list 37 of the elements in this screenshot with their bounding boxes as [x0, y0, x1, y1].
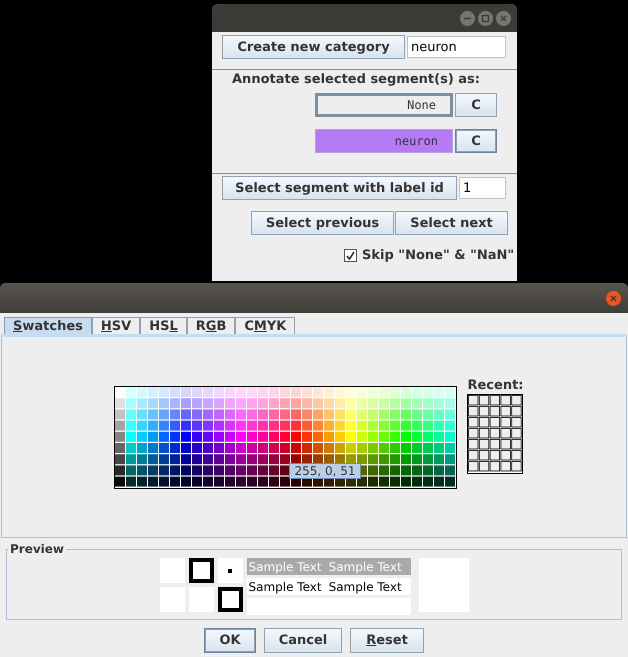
sample-text: Sample Text: [248, 580, 322, 594]
preview-title: Preview: [9, 542, 66, 556]
clear-button[interactable]: C: [455, 129, 497, 153]
preview-square: [218, 587, 242, 612]
minimize-icon[interactable]: [460, 10, 475, 26]
select-label-button[interactable]: Select segment with label id: [222, 176, 457, 200]
create-category-button[interactable]: Create new category: [222, 35, 405, 59]
dialog-button[interactable]: OK: [204, 628, 256, 653]
annotate-label: Annotate selected segment(s) as:: [232, 72, 480, 87]
preview-square: [218, 558, 242, 583]
category-label[interactable]: neuron: [315, 129, 453, 153]
category-label[interactable]: None: [315, 93, 453, 117]
tab[interactable]: HSV: [92, 317, 140, 334]
close-icon[interactable]: [496, 10, 511, 26]
clear-button[interactable]: C: [455, 93, 497, 117]
skip-label: Skip "None" & "NaN": [362, 248, 514, 263]
sample-text: Sample Text: [328, 580, 402, 594]
recent-swatch-grid-drawing[interactable]: [467, 394, 524, 474]
label-id-field[interactable]: 1: [459, 177, 506, 199]
preview-square: [188, 558, 214, 583]
skip-checkbox[interactable]: [344, 249, 357, 262]
close-icon[interactable]: [606, 290, 621, 306]
category-name-field[interactable]: neuron: [407, 36, 506, 58]
maximize-icon[interactable]: [478, 10, 493, 26]
dialog-button[interactable]: Cancel: [264, 628, 342, 653]
sample-text: Sample Text: [328, 560, 402, 574]
tab[interactable]: HSL: [140, 317, 187, 334]
previous-button[interactable]: Select previous: [251, 211, 394, 235]
sample-text: Sample Text: [248, 560, 322, 574]
color-tooltip: 255, 0, 51: [289, 462, 361, 478]
tab[interactable]: CMYK: [235, 317, 296, 334]
tab[interactable]: Swatches: [4, 317, 92, 334]
next-button[interactable]: Select next: [395, 211, 508, 235]
recent-label: Recent:: [467, 378, 524, 393]
dialog-button[interactable]: Reset: [350, 628, 424, 653]
tab[interactable]: RGB: [186, 317, 236, 334]
swatch-grid-drawing[interactable]: [114, 386, 458, 488]
